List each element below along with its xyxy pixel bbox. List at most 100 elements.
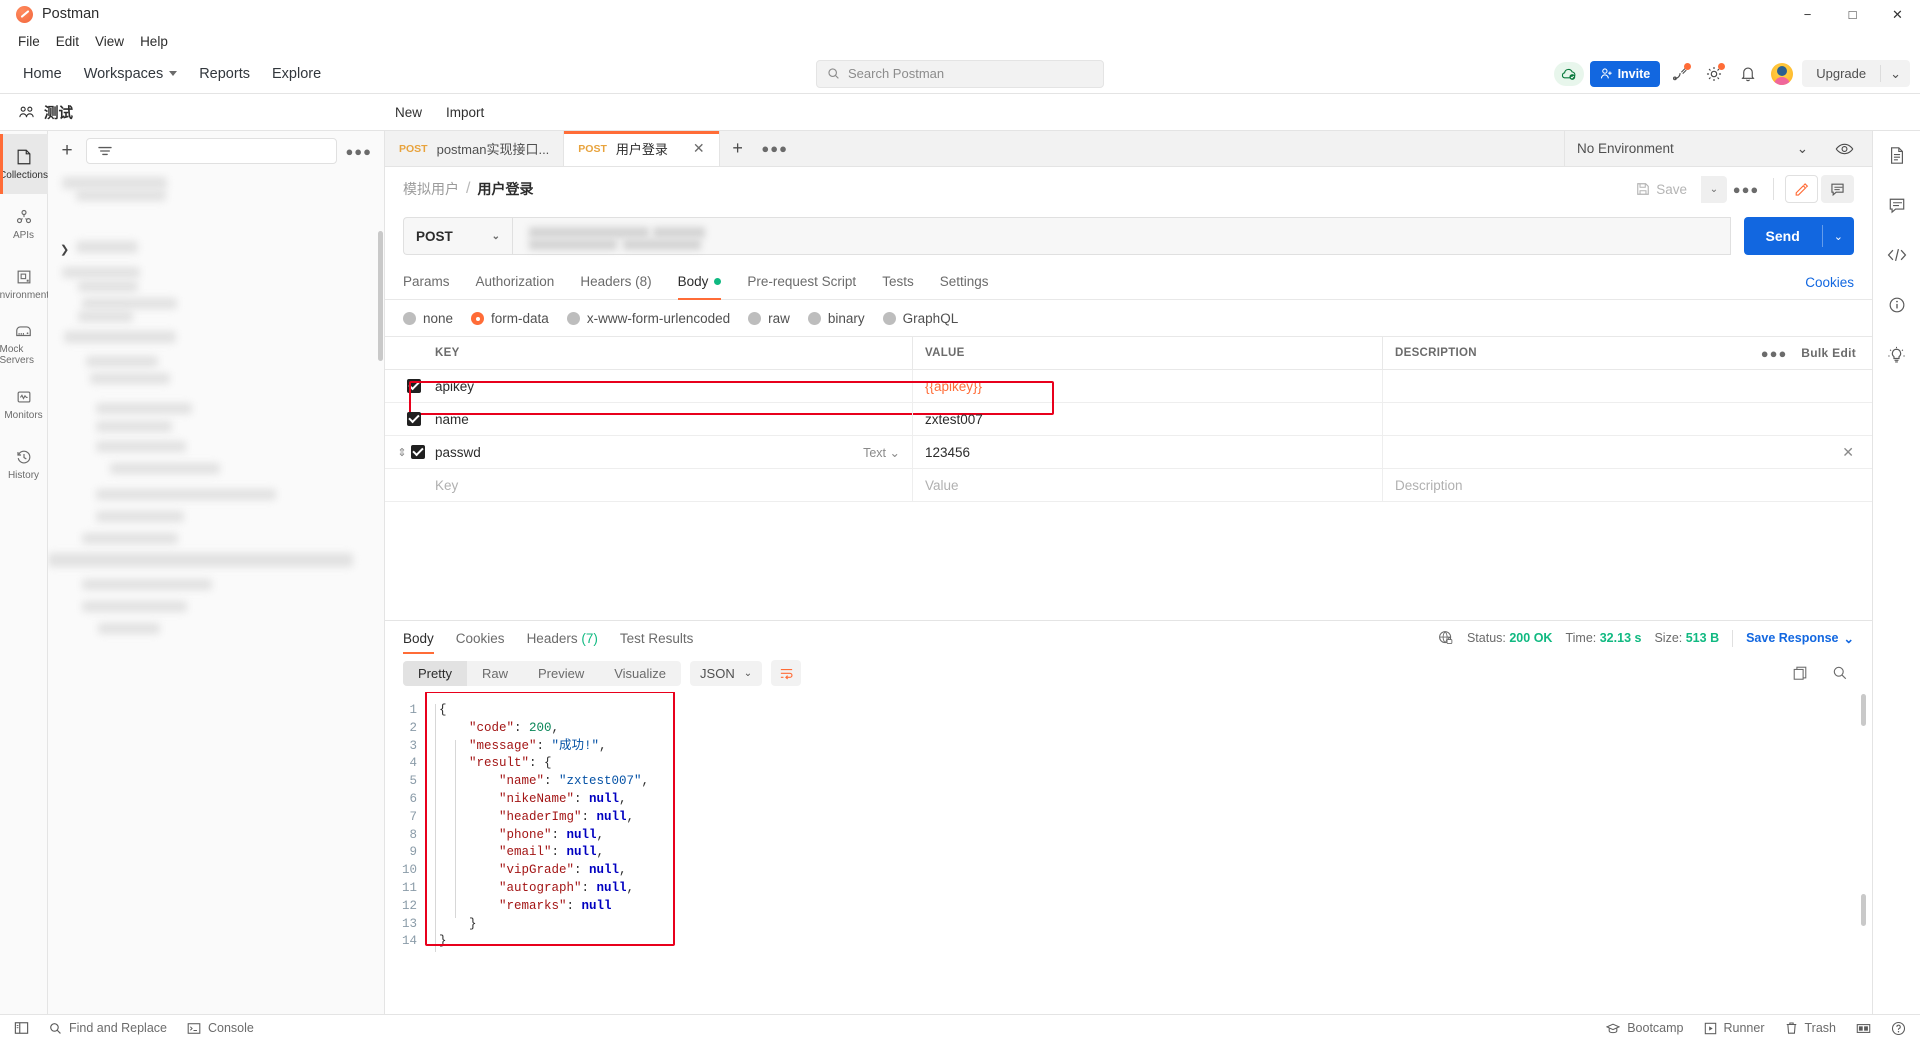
trash-button[interactable]: Trash [1785, 1021, 1836, 1035]
two-pane-view-button[interactable] [1856, 1022, 1871, 1035]
sidebar-item-mock-servers[interactable]: Mock Servers [0, 314, 48, 374]
table-row[interactable]: apikey {{apikey}} [385, 370, 1872, 403]
find-and-replace-button[interactable]: Find and Replace [49, 1021, 167, 1035]
wrap-lines-button[interactable] [771, 660, 802, 686]
row-key-cell[interactable]: Key [435, 469, 913, 501]
table-options-button[interactable]: ●●● [1761, 346, 1788, 361]
tab-params[interactable]: Params [403, 265, 463, 299]
save-response-button[interactable]: Save Response ⌄ [1746, 631, 1854, 646]
row-value-cell[interactable]: {{apikey}} [913, 370, 1383, 402]
new-tab-button[interactable]: + [720, 131, 756, 166]
nav-explore[interactable]: Explore [261, 61, 332, 87]
search-input[interactable]: Search Postman [816, 59, 1104, 88]
help-button[interactable] [1891, 1021, 1906, 1036]
row-description-cell[interactable]: Description [1383, 469, 1872, 501]
runner-button[interactable]: Runner [1704, 1021, 1765, 1035]
sidebar-item-apis[interactable]: APIs [0, 194, 48, 254]
row-type-select[interactable]: Text ⌄ [863, 445, 912, 460]
bootcamp-button[interactable]: Bootcamp [1606, 1021, 1684, 1035]
nav-workspaces[interactable]: Workspaces [73, 61, 189, 87]
row-description-cell[interactable] [1383, 403, 1872, 435]
row-value-cell[interactable]: Value [913, 469, 1383, 501]
row-key-cell[interactable]: passwd Text ⌄ [435, 436, 913, 468]
menu-edit[interactable]: Edit [48, 32, 87, 51]
maximize-button[interactable]: □ [1830, 0, 1875, 29]
request-tab-2[interactable]: POST 用户登录 ✕ [564, 131, 720, 166]
ideas-button[interactable] [1882, 341, 1912, 369]
collections-filter-input[interactable] [86, 138, 338, 164]
body-type-urlencoded[interactable]: x-www-form-urlencoded [566, 311, 730, 326]
tab-pre-request-script[interactable]: Pre-request Script [734, 265, 869, 299]
nav-reports[interactable]: Reports [188, 61, 261, 87]
response-tab-body[interactable]: Body [403, 623, 434, 654]
body-type-raw[interactable]: raw [748, 311, 790, 326]
response-tab-test-results[interactable]: Test Results [620, 623, 694, 654]
comments-button[interactable] [1821, 175, 1854, 203]
breadcrumb-parent[interactable]: 模拟用户 [403, 179, 459, 199]
code-snippet-button[interactable] [1882, 241, 1912, 269]
tab-options-button[interactable]: ●●● [756, 131, 794, 166]
user-avatar-button[interactable] [1768, 61, 1796, 87]
invite-button[interactable]: Invite [1589, 60, 1661, 87]
menu-file[interactable]: File [10, 32, 48, 51]
view-mode-visualize[interactable]: Visualize [599, 661, 681, 686]
send-button[interactable]: Send ⌄ [1743, 217, 1854, 255]
response-body-code[interactable]: 1 2 3 4 5 6 7 8 9 10 11 12 13 14 {"code": 200, "messag… [385, 692, 1872, 1014]
row-value-cell[interactable]: 123456 [913, 436, 1383, 468]
save-button[interactable]: Save [1625, 177, 1698, 202]
menu-help[interactable]: Help [132, 32, 176, 51]
environment-quick-look-button[interactable] [1830, 136, 1858, 162]
table-placeholder-row[interactable]: Key Value Description [385, 469, 1872, 502]
sidebar-item-monitors[interactable]: Monitors [0, 374, 48, 434]
sidebar-item-environments[interactable]: Environments [0, 254, 54, 314]
drag-handle-icon[interactable]: ⇕ [397, 446, 406, 459]
sidebar-item-collections[interactable]: Collections [0, 134, 48, 194]
row-key-cell[interactable]: apikey [435, 370, 913, 402]
comments-panel-button[interactable] [1882, 191, 1912, 219]
copy-response-button[interactable] [1786, 660, 1814, 686]
http-method-select[interactable]: POST ⌄ [403, 217, 512, 255]
response-tab-cookies[interactable]: Cookies [456, 623, 505, 654]
new-button[interactable]: New [385, 101, 432, 124]
nav-home[interactable]: Home [12, 61, 73, 87]
body-type-form-data[interactable]: form-data [471, 311, 549, 326]
bulk-edit-button[interactable]: Bulk Edit [1801, 346, 1856, 360]
upgrade-button[interactable]: Upgrade ⌄ [1802, 60, 1910, 87]
sidebar-scrollbar[interactable] [378, 231, 383, 361]
cookies-link[interactable]: Cookies [1805, 275, 1854, 290]
tab-body[interactable]: Body [665, 265, 735, 300]
row-checkbox[interactable] [407, 379, 421, 393]
response-scrollbar[interactable] [1861, 694, 1866, 726]
url-input[interactable] [512, 217, 1731, 255]
row-checkbox[interactable] [407, 412, 421, 426]
tab-settings[interactable]: Settings [927, 265, 1002, 299]
body-type-none[interactable]: none [403, 311, 453, 326]
request-tab-1[interactable]: POST postman实现接口... [385, 131, 565, 166]
add-collection-button[interactable]: + [56, 140, 78, 162]
tab-headers[interactable]: Headers (8) [567, 265, 664, 299]
row-checkbox[interactable] [410, 445, 425, 459]
response-tab-headers[interactable]: Headers (7) [527, 623, 598, 654]
import-button[interactable]: Import [436, 101, 494, 124]
tab-tests[interactable]: Tests [869, 265, 927, 299]
row-value-cell[interactable]: zxtest007 [913, 403, 1383, 435]
workspace-title[interactable]: 测试 [0, 102, 385, 123]
table-row[interactable]: name zxtest007 [385, 403, 1872, 436]
view-mode-pretty[interactable]: Pretty [403, 660, 467, 686]
console-button[interactable]: Console [187, 1021, 254, 1035]
row-key-cell[interactable]: name [435, 403, 913, 435]
tab-authorization[interactable]: Authorization [463, 265, 568, 299]
close-button[interactable]: ✕ [1875, 0, 1920, 29]
edit-request-button[interactable] [1785, 175, 1818, 203]
collections-more-button[interactable]: ●●● [345, 144, 372, 159]
response-scrollbar-bottom[interactable] [1861, 894, 1866, 926]
settings-button[interactable] [1700, 61, 1728, 87]
search-response-button[interactable] [1826, 660, 1854, 686]
save-options-button[interactable]: ⌄ [1701, 175, 1727, 203]
documentation-button[interactable] [1882, 141, 1912, 169]
minimize-button[interactable]: − [1785, 0, 1830, 29]
collections-list[interactable]: ❯ [48, 171, 384, 1014]
view-mode-raw[interactable]: Raw [467, 661, 523, 686]
body-type-binary[interactable]: binary [807, 311, 865, 326]
info-button[interactable] [1882, 291, 1912, 319]
